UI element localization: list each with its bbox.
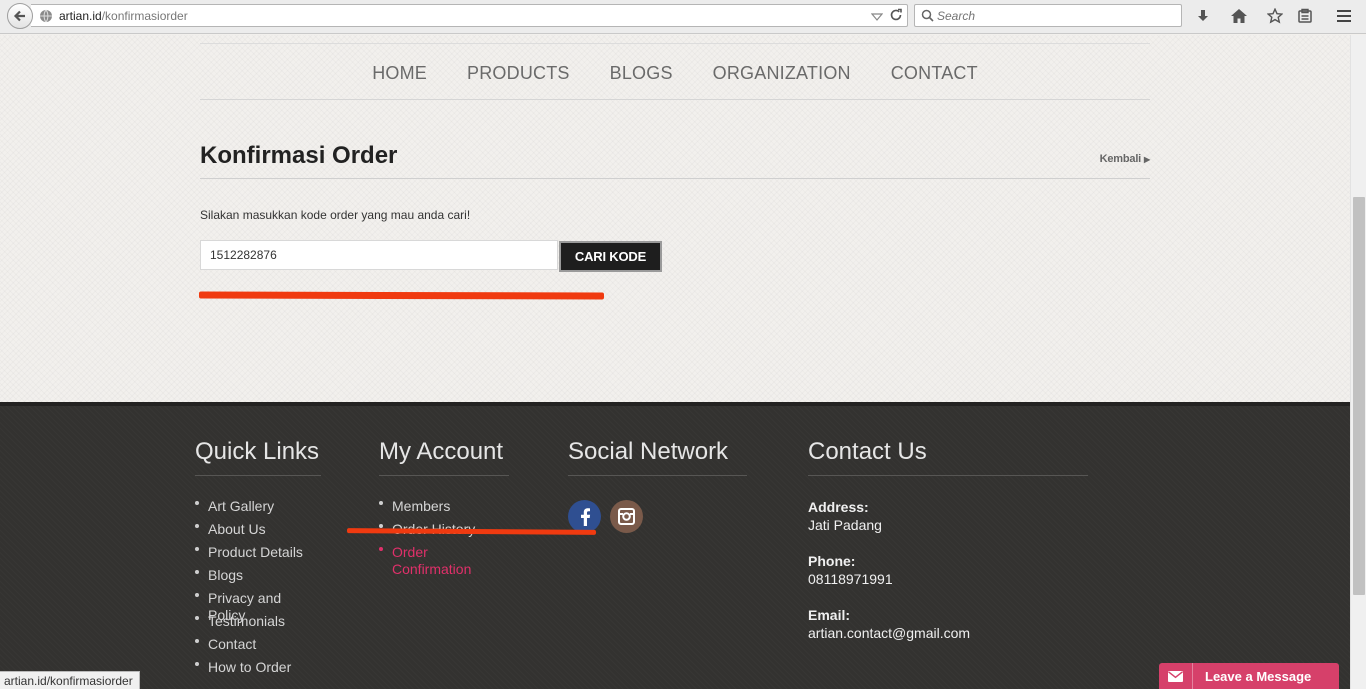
- browser-toolbar: artian.id/konfirmasiorder: [0, 0, 1366, 34]
- reload-icon[interactable]: [889, 8, 903, 27]
- search-icon: [921, 9, 934, 27]
- globe-icon: [39, 9, 53, 28]
- url-text: artian.id/konfirmasiorder: [59, 9, 188, 23]
- menu-icon[interactable]: [1333, 5, 1355, 27]
- bookmark-star-icon[interactable]: [1264, 5, 1286, 27]
- quick-links-title: Quick Links: [195, 438, 321, 476]
- footer-link-testimonials[interactable]: Testimonials: [195, 613, 321, 630]
- url-bar[interactable]: artian.id/konfirmasiorder: [31, 4, 908, 27]
- chevron-right-icon: ▶: [1144, 155, 1150, 164]
- main-nav: HOME PRODUCTS BLOGS ORGANIZATION CONTACT: [200, 63, 1150, 84]
- envelope-icon: [1159, 663, 1193, 689]
- back-button[interactable]: [7, 3, 33, 29]
- leave-message-button[interactable]: Leave a Message: [1159, 663, 1339, 689]
- instagram-icon[interactable]: [610, 500, 643, 533]
- phone-value: 08118971991: [808, 571, 893, 587]
- footer: Quick Links Art Gallery About Us Product…: [0, 402, 1350, 689]
- footer-link-privacy-policy[interactable]: Privacy and Policy: [195, 590, 321, 623]
- download-icon[interactable]: [1192, 5, 1214, 27]
- instruction-text: Silakan masukkan kode order yang mau and…: [200, 208, 471, 222]
- browser-search-input[interactable]: [937, 7, 1177, 24]
- dropdown-arrow-icon[interactable]: [870, 9, 884, 27]
- page-title: Konfirmasi Order: [200, 142, 398, 169]
- footer-link-blogs[interactable]: Blogs: [195, 567, 321, 584]
- page: HOME PRODUCTS BLOGS ORGANIZATION CONTACT…: [0, 35, 1350, 689]
- nav-divider-bottom: [200, 99, 1150, 100]
- back-arrow-icon: [13, 10, 25, 22]
- footer-link-members[interactable]: Members: [379, 498, 509, 515]
- title-divider: [200, 178, 1150, 179]
- footer-link-how-to-order[interactable]: How to Order: [195, 659, 321, 676]
- footer-link-art-gallery[interactable]: Art Gallery: [195, 498, 321, 515]
- order-code-input[interactable]: [200, 240, 558, 270]
- footer-contact: Contact Us Address: Jati Padang Phone: 0…: [808, 438, 1088, 660]
- status-bar: artian.id/konfirmasiorder: [0, 671, 140, 689]
- footer-my-account: My Account Members Order History Order C…: [379, 438, 509, 577]
- browser-search[interactable]: [914, 4, 1182, 27]
- back-link-label: Kembali: [1099, 153, 1142, 165]
- nav-divider-top: [200, 43, 1150, 44]
- social-title: Social Network: [568, 438, 747, 476]
- search-code-button[interactable]: CARI KODE: [559, 241, 662, 272]
- footer-quick-links: Quick Links Art Gallery About Us Product…: [195, 438, 321, 682]
- nav-blogs[interactable]: BLOGS: [610, 63, 673, 84]
- email-label: Email:: [808, 607, 851, 623]
- address-value: Jati Padang: [808, 517, 882, 533]
- footer-link-product-details[interactable]: Product Details: [195, 544, 321, 561]
- footer-link-contact[interactable]: Contact: [195, 636, 321, 653]
- scrollbar-thumb[interactable]: [1353, 197, 1365, 595]
- facebook-icon[interactable]: [568, 500, 601, 533]
- phone-label: Phone:: [808, 553, 856, 569]
- nav-organization[interactable]: ORGANIZATION: [713, 63, 851, 84]
- address-label: Address:: [808, 499, 869, 515]
- nav-products[interactable]: PRODUCTS: [467, 63, 570, 84]
- contact-title: Contact Us: [808, 438, 1088, 476]
- footer-link-about-us[interactable]: About Us: [195, 521, 321, 538]
- email-value[interactable]: artian.contact@gmail.com: [808, 624, 1088, 642]
- footer-social: Social Network: [568, 438, 747, 533]
- back-link[interactable]: Kembali ▶: [1099, 153, 1151, 165]
- nav-contact[interactable]: CONTACT: [891, 63, 978, 84]
- reading-list-icon[interactable]: [1294, 5, 1316, 27]
- annotation-underline: [198, 291, 605, 300]
- footer-link-order-confirmation[interactable]: Order Confirmation: [379, 544, 509, 577]
- home-icon[interactable]: [1228, 5, 1250, 27]
- nav-home[interactable]: HOME: [372, 63, 427, 84]
- scrollbar[interactable]: [1350, 35, 1366, 689]
- my-account-title: My Account: [379, 438, 509, 476]
- leave-message-label: Leave a Message: [1205, 668, 1312, 684]
